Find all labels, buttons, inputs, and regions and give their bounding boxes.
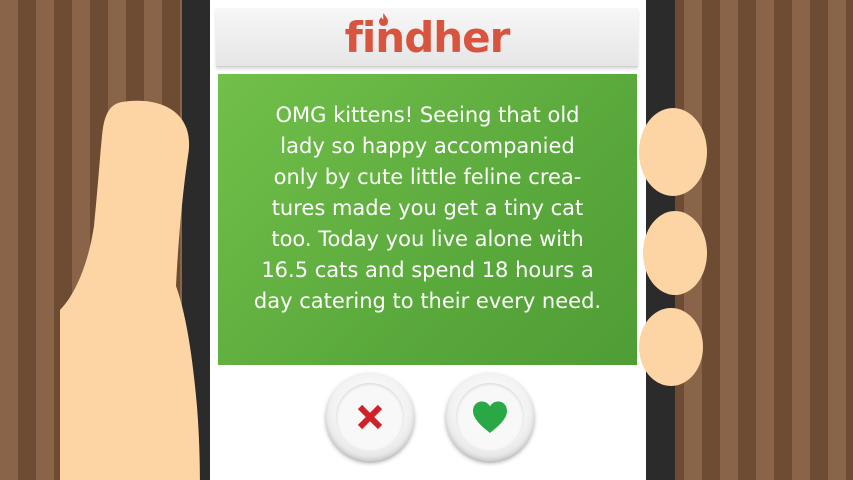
left-thumb <box>60 100 200 480</box>
message-text: OMG kittens! Seeing that old lady so hap… <box>253 103 602 313</box>
right-finger-top <box>639 108 707 196</box>
like-button-face <box>456 383 524 451</box>
right-finger-bottom <box>639 308 703 386</box>
heart-icon <box>473 401 507 433</box>
reject-button[interactable] <box>326 373 414 461</box>
right-finger-middle <box>643 211 707 295</box>
x-icon <box>357 404 383 430</box>
phone-screen: findher OMG kittens! Seeing that old lad… <box>210 0 646 480</box>
app-header: findher <box>216 8 638 67</box>
reject-button-face <box>336 383 404 451</box>
like-button[interactable] <box>446 373 534 461</box>
message-card: OMG kittens! Seeing that old lady so hap… <box>218 74 637 365</box>
app-logo: findher <box>344 13 511 62</box>
flame-icon <box>379 13 388 26</box>
